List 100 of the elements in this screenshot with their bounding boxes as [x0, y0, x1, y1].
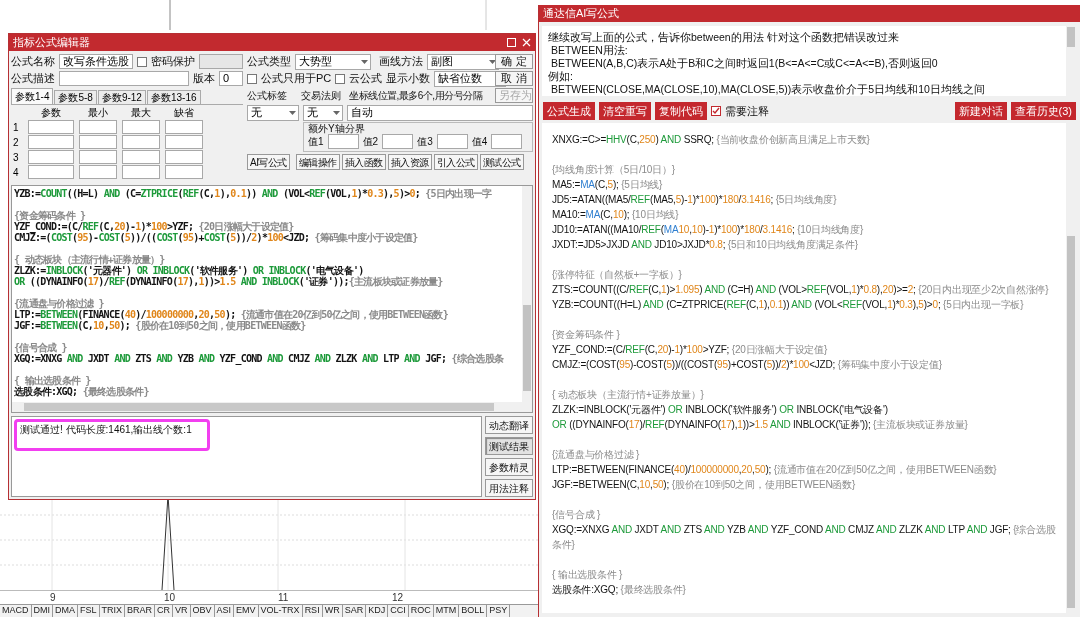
indicator-tab[interactable]: DMA — [53, 605, 78, 617]
indicator-tab[interactable]: WR — [322, 605, 343, 617]
row-number: 2 — [13, 136, 20, 148]
indicator-tab[interactable]: ASI — [214, 605, 235, 617]
close-icon[interactable] — [522, 38, 531, 47]
checkbox[interactable] — [247, 73, 257, 84]
text-field[interactable] — [165, 135, 203, 149]
code-line: CMJZ:=(COST(95)-COST(5))/((COST(95)+COST(5))/2)*100<JZD; {筹码集中度小于设定值} — [552, 358, 943, 372]
maximize-icon[interactable] — [507, 38, 516, 47]
text-field[interactable] — [382, 134, 414, 149]
text-field[interactable] — [327, 134, 359, 149]
tab[interactable]: 参数9-12 — [97, 90, 146, 104]
prompt-line: BETWEEN(A,B,C)表示A处于B和C之间时返回1(B<=A<=C或C<=A<=B),否则返回0 — [549, 57, 939, 70]
checkbox[interactable] — [137, 56, 147, 67]
text-field[interactable] — [122, 120, 160, 134]
action-button[interactable]: 插入函数 — [341, 154, 386, 170]
scrollbar[interactable] — [12, 402, 532, 412]
indicator-tab[interactable]: OBV — [190, 605, 215, 617]
select-field[interactable]: 大势型 — [295, 53, 371, 70]
text-field[interactable] — [436, 134, 468, 149]
code-line: {均线角度计算（5日/10日）} — [552, 163, 676, 177]
select-field[interactable]: 无 — [247, 104, 299, 121]
action-button[interactable]: AI写公式 — [247, 154, 290, 170]
dialog-button[interactable]: 取 消 — [495, 71, 533, 86]
select-field[interactable]: 副图 — [427, 53, 499, 70]
indicator-tab[interactable]: FSL — [78, 605, 100, 617]
text-field[interactable] — [28, 135, 74, 149]
action-button[interactable]: 测试公式 — [479, 154, 524, 170]
text-field[interactable] — [491, 134, 523, 149]
prompt-line: BETWEEN用法: — [549, 44, 629, 57]
row-number: 1 — [13, 121, 20, 133]
indicator-tab[interactable]: CCI — [388, 605, 409, 617]
code-line: {流通盘与价格过滤 } — [552, 448, 641, 462]
indicator-tab[interactable]: RSI — [302, 605, 323, 617]
checkbox-label: 需要注释 — [725, 103, 769, 119]
axis-label: 10 — [164, 591, 177, 604]
text-field[interactable] — [28, 120, 74, 134]
indicator-tab[interactable]: DMI — [31, 605, 53, 617]
code-line: CMJZ:=(COST(95)-COST(5))/((COST(95)+COST(5))/2)*100<JZD; {筹码集中度小于设定值} — [14, 232, 419, 243]
code-line: YZF_COND:=(C/REF(C,20)-1)*100>YZF; {20日涨幅大于设定值} — [552, 343, 829, 357]
scrollbar[interactable] — [522, 186, 532, 402]
select-field[interactable]: 无 — [303, 104, 343, 121]
indicator-tab[interactable]: VOL-TRX — [258, 605, 303, 617]
indicator-tab[interactable]: MTM — [433, 605, 460, 617]
text-field[interactable] — [165, 120, 203, 134]
group-title: 额外Y轴分界 — [308, 123, 366, 134]
text-field[interactable]: 改写条件选股 — [59, 54, 133, 69]
code-line: JGF:=BETWEEN(C,10,50); {股价在10到50之间，使用BETWEEN函数} — [14, 320, 306, 331]
code-line: JGF:=BETWEEN(C,10,50); {股价在10到50之间，使用BETWEEN函数} — [552, 478, 857, 492]
text-field[interactable] — [79, 120, 117, 134]
tab[interactable]: 参数1-4 — [11, 88, 54, 104]
indicator-tab[interactable]: PSY — [487, 605, 511, 617]
text-field[interactable] — [28, 165, 74, 179]
indicator-tab[interactable]: BOLL — [459, 605, 488, 617]
text-field[interactable] — [165, 150, 203, 164]
indicator-tab[interactable]: TRIX — [99, 605, 126, 617]
action-button[interactable]: 引入公式 — [433, 154, 478, 170]
indicator-tab[interactable]: EMV — [234, 605, 259, 617]
side-button[interactable]: 参数精灵 — [485, 458, 533, 476]
indicator-tab[interactable]: MACD — [0, 605, 32, 617]
text-field[interactable] — [79, 165, 117, 179]
axis-label: 12 — [392, 591, 405, 604]
tab[interactable]: 参数13-16 — [146, 90, 201, 104]
tab[interactable]: 参数5-8 — [54, 90, 97, 104]
indicator-tab[interactable]: VR — [173, 605, 191, 617]
text-field[interactable] — [59, 71, 189, 86]
action-button[interactable]: 清空重写 — [599, 102, 651, 120]
checkbox[interactable] — [711, 106, 721, 116]
field-label: 画线方法 — [379, 54, 423, 69]
text-field[interactable]: 0 — [219, 71, 243, 86]
text-field[interactable] — [165, 165, 203, 179]
column-header: 缺省 — [173, 107, 195, 119]
text-field[interactable]: 自动 — [347, 104, 533, 121]
text-field[interactable] — [28, 150, 74, 164]
checkbox-label: 云公式 — [349, 71, 383, 86]
action-button[interactable]: 插入资源 — [387, 154, 432, 170]
action-button[interactable]: 复制代码 — [655, 102, 707, 120]
action-button[interactable]: 公式生成 — [543, 102, 595, 120]
action-button[interactable]: 新建对话 — [954, 102, 1007, 120]
indicator-tab[interactable]: KDJ — [366, 605, 389, 617]
action-button[interactable]: 查看历史(3) — [1010, 102, 1076, 120]
indicator-tab[interactable]: ROC — [408, 605, 434, 617]
code-line: {涨停特征（自然板+一字板）} — [552, 268, 683, 282]
indicator-tab[interactable]: SAR — [342, 605, 367, 617]
text-field[interactable] — [79, 135, 117, 149]
text-field[interactable] — [79, 150, 117, 164]
indicator-tab[interactable]: BRAR — [125, 605, 156, 617]
dialog-button[interactable]: 确 定 — [495, 54, 533, 69]
side-button[interactable]: 测试结果 — [485, 437, 533, 455]
scrollbar[interactable] — [1066, 123, 1076, 613]
indicator-tab[interactable]: CR — [155, 605, 174, 617]
side-button[interactable]: 用法注释 — [485, 479, 533, 497]
field-label: 值2 — [362, 134, 379, 149]
side-button[interactable]: 动态翻译 — [485, 416, 533, 434]
text-field[interactable] — [122, 150, 160, 164]
text-field[interactable] — [122, 135, 160, 149]
text-field[interactable] — [199, 54, 243, 69]
action-button[interactable]: 编辑操作 — [295, 154, 340, 170]
checkbox[interactable] — [335, 73, 346, 84]
text-field[interactable] — [122, 165, 160, 179]
